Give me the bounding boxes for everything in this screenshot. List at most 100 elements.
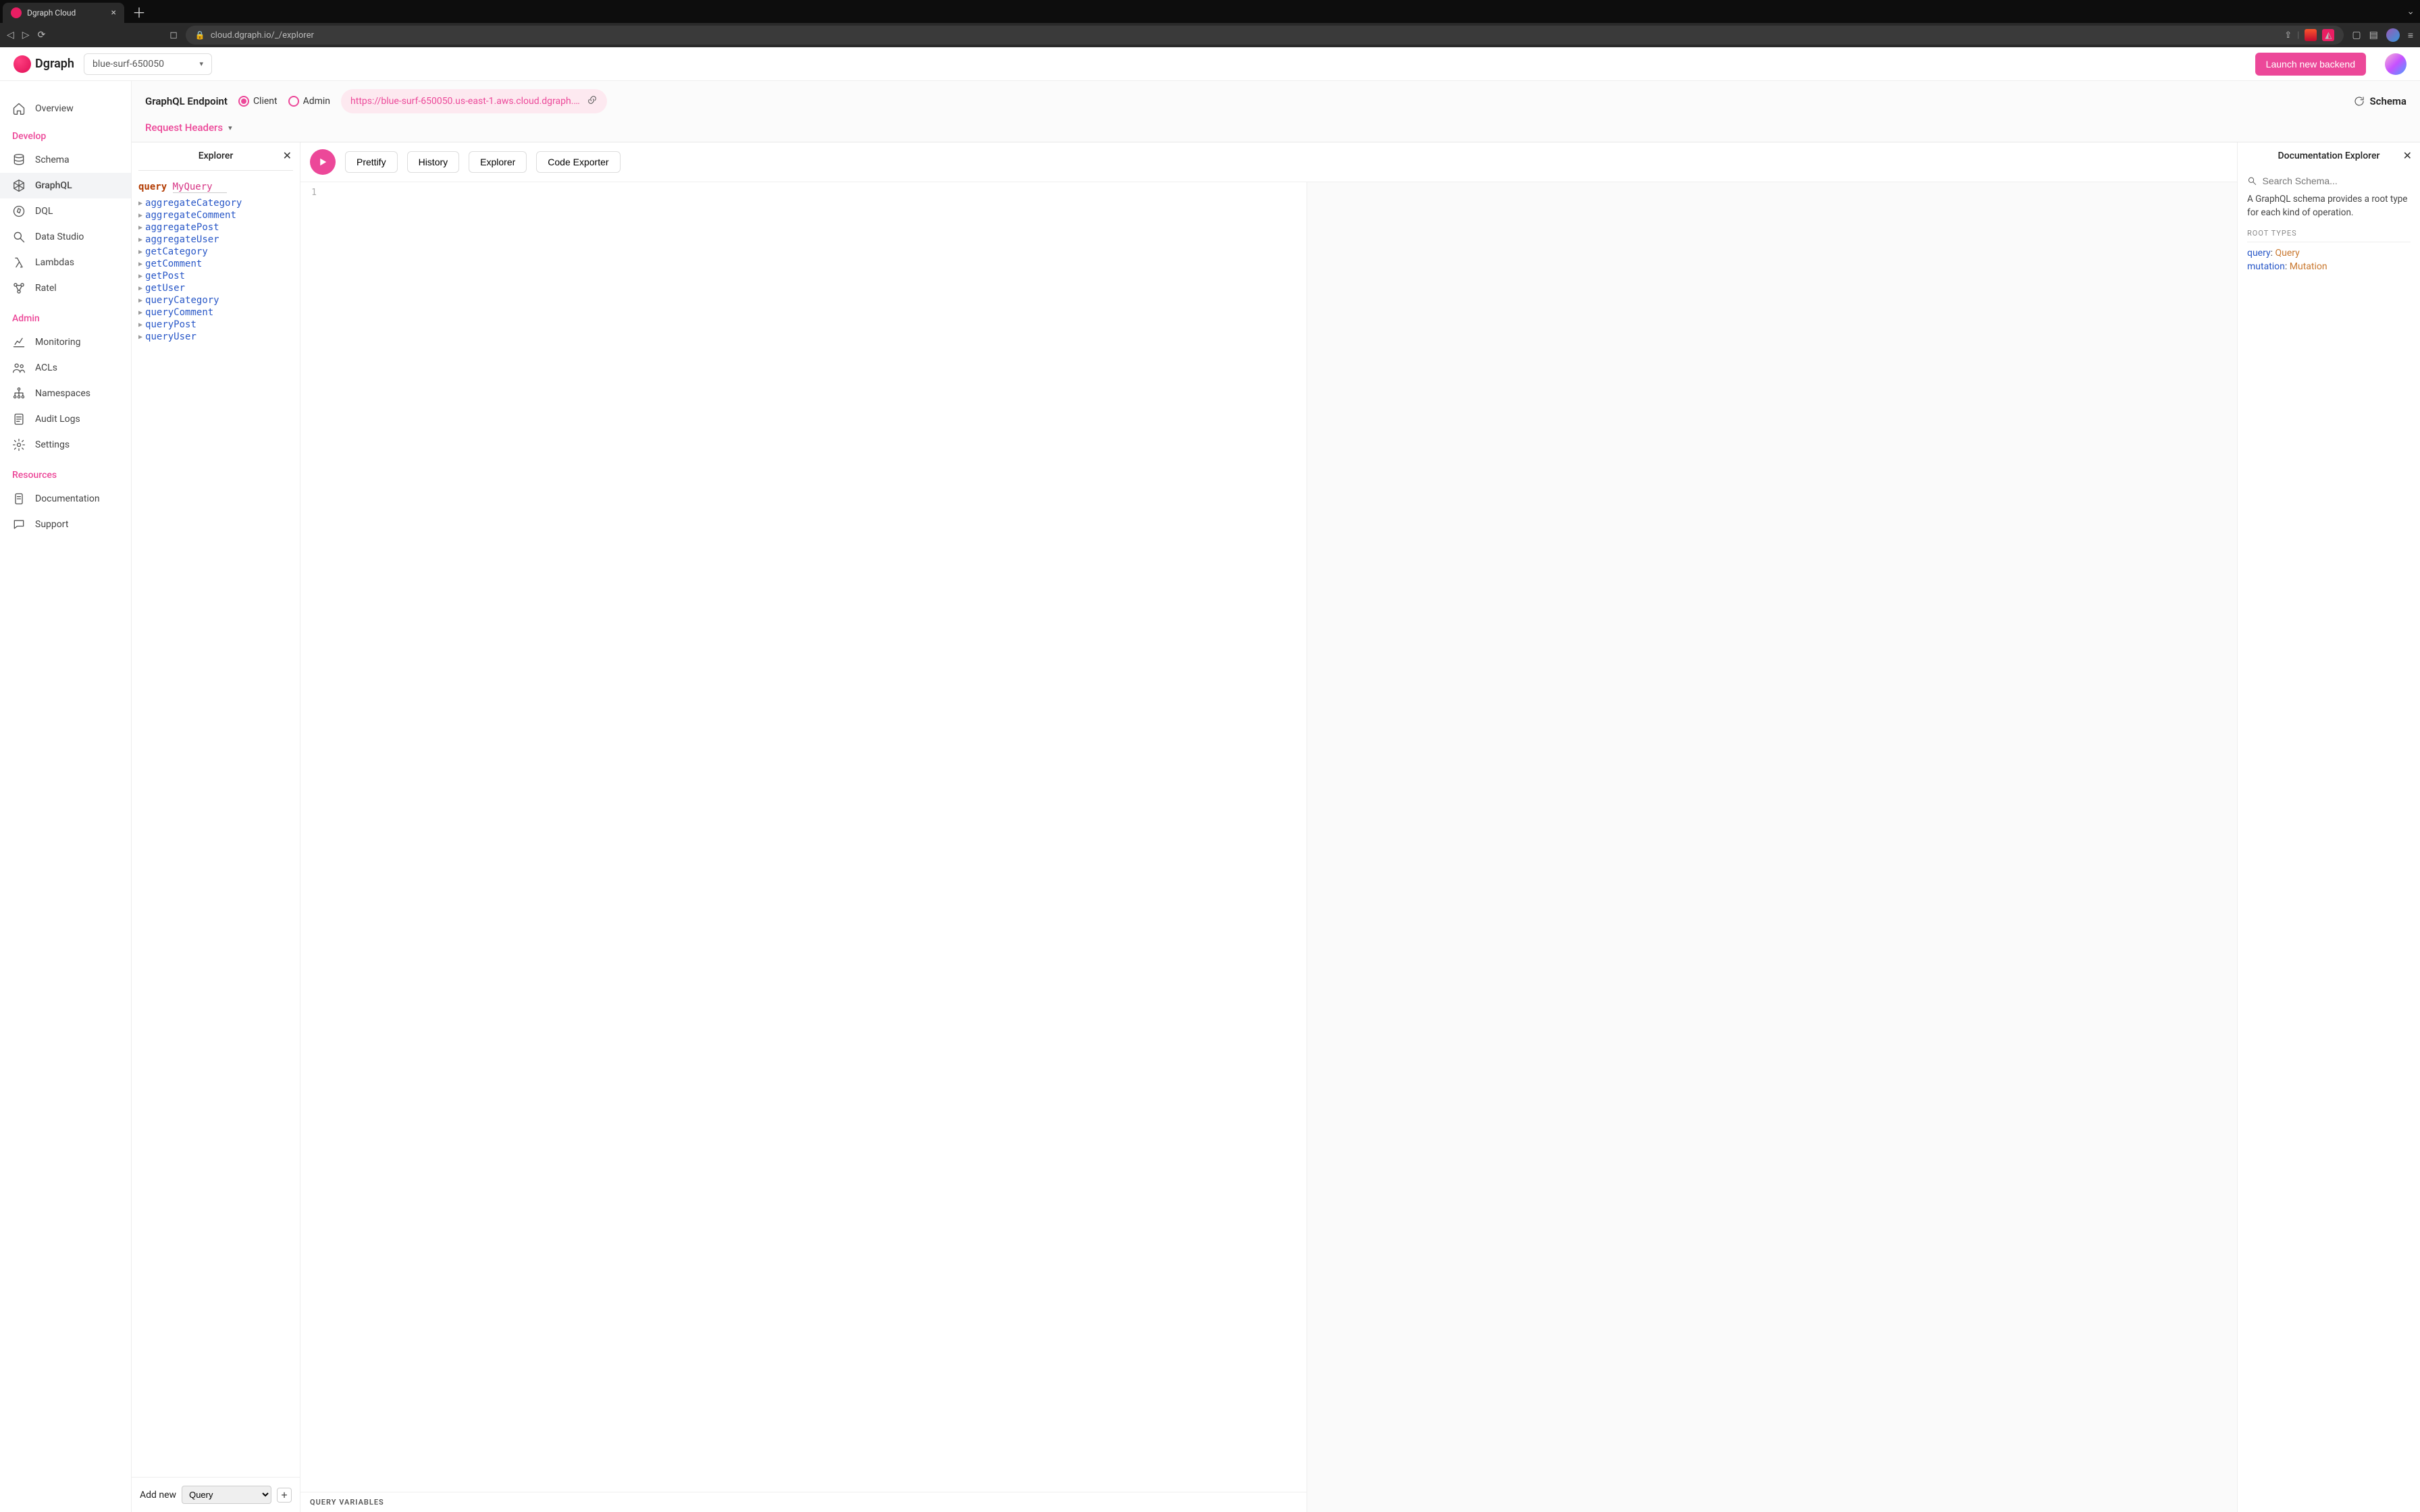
- result-viewer: [1307, 182, 2237, 1512]
- add-new-select[interactable]: Query: [182, 1486, 271, 1504]
- refresh-icon: [2353, 95, 2365, 107]
- tab-strip: Dgraph Cloud × ＋ ⌄: [0, 0, 2420, 23]
- endpoint-admin-radio[interactable]: Admin: [288, 96, 330, 107]
- nav-schema[interactable]: Schema: [0, 147, 131, 173]
- explorer-footer: Add new Query +: [132, 1477, 300, 1512]
- triangle-right-icon: ▶: [138, 224, 142, 232]
- endpoint-pill[interactable]: https://blue-surf-650050.us-east-1.aws.c…: [341, 89, 607, 113]
- url-bar[interactable]: 🔒 cloud.dgraph.io/_/explorer ⇪ | ◭: [186, 26, 2344, 45]
- brand-logo[interactable]: Dgraph: [14, 55, 74, 73]
- explorer-button[interactable]: Explorer: [469, 151, 527, 173]
- new-tab-button[interactable]: ＋: [124, 2, 154, 22]
- menu-icon[interactable]: ≡: [2408, 30, 2413, 41]
- editor-toolbar: Prettify History Explorer Code Exporter: [300, 142, 2237, 182]
- run-query-button[interactable]: [310, 149, 336, 175]
- bookmark-icon[interactable]: ◻: [169, 30, 178, 40]
- triangle-right-icon: ▶: [138, 309, 142, 317]
- nav-back-icon[interactable]: ◁: [7, 30, 14, 40]
- nav-audit-logs-label: Audit Logs: [35, 414, 80, 425]
- docs-description: A GraphQL schema provides a root type fo…: [2247, 193, 2411, 219]
- nav-dql[interactable]: DQL: [0, 198, 131, 224]
- link-icon[interactable]: [587, 94, 598, 108]
- home-icon: [12, 102, 26, 115]
- explorer-field[interactable]: ▶ queryPost: [138, 319, 293, 331]
- explorer-field[interactable]: ▶ getComment: [138, 258, 293, 270]
- share-icon[interactable]: ⇪: [2284, 30, 2292, 40]
- brand-mark-icon: [14, 55, 31, 73]
- launch-backend-button[interactable]: Launch new backend: [2255, 53, 2366, 76]
- explorer-field[interactable]: ▶ getUser: [138, 282, 293, 294]
- log-icon: [12, 412, 26, 426]
- nav-acls-label: ACLs: [35, 362, 57, 373]
- compass-icon: [12, 205, 26, 218]
- prettify-button[interactable]: Prettify: [345, 151, 398, 173]
- browser-tab[interactable]: Dgraph Cloud ×: [3, 3, 124, 23]
- explorer-field[interactable]: ▶ getCategory: [138, 246, 293, 258]
- reader-icon[interactable]: ▤: [2369, 30, 2378, 40]
- endpoint-admin-label: Admin: [303, 96, 330, 107]
- endpoint-client-label: Client: [253, 96, 278, 107]
- endpoint-label: GraphQL Endpoint: [145, 95, 228, 107]
- profile-avatar-icon[interactable]: [2386, 28, 2400, 42]
- nav-monitoring-label: Monitoring: [35, 337, 81, 348]
- close-icon[interactable]: ✕: [283, 149, 292, 162]
- triangle-right-icon: ▶: [138, 321, 142, 329]
- explorer-field[interactable]: ▶ queryUser: [138, 331, 293, 343]
- add-new-button[interactable]: +: [277, 1488, 292, 1503]
- explorer-pane: Explorer ✕ query ▶ aggregateCategory▶ ag…: [132, 142, 300, 1512]
- add-new-label: Add new: [140, 1490, 176, 1501]
- root-type-row[interactable]: mutation: Mutation: [2247, 261, 2411, 272]
- browser-toolbar: ◁ ▷ ⟳ ◻ 🔒 cloud.dgraph.io/_/explorer ⇪ |…: [0, 23, 2420, 47]
- endpoint-client-radio[interactable]: Client: [238, 96, 278, 107]
- docs-search[interactable]: [2247, 173, 2411, 193]
- nav-support[interactable]: Support: [0, 512, 131, 537]
- nav-settings[interactable]: Settings: [0, 432, 131, 458]
- nav-audit-logs[interactable]: Audit Logs: [0, 406, 131, 432]
- nav-overview[interactable]: Overview: [0, 96, 131, 122]
- nav-namespaces[interactable]: Namespaces: [0, 381, 131, 406]
- schema-refresh[interactable]: Schema: [2353, 95, 2406, 107]
- history-button[interactable]: History: [407, 151, 460, 173]
- tab-favicon: [11, 7, 22, 18]
- side-nav: Overview Develop Schema GraphQL DQL Dat: [0, 81, 132, 1512]
- tab-title: Dgraph Cloud: [27, 8, 76, 18]
- nav-graphql-label: GraphQL: [35, 180, 72, 191]
- nav-lambdas[interactable]: Lambdas: [0, 250, 131, 275]
- search-icon: [12, 230, 26, 244]
- explorer-field[interactable]: ▶ aggregateComment: [138, 209, 293, 221]
- code-body[interactable]: [322, 182, 1307, 1492]
- code-exporter-button[interactable]: Code Exporter: [536, 151, 620, 173]
- nav-ratel[interactable]: Ratel: [0, 275, 131, 301]
- explorer-field[interactable]: ▶ getPost: [138, 270, 293, 282]
- lambda-icon: [12, 256, 26, 269]
- docs-search-input[interactable]: [2263, 176, 2411, 186]
- tabstrip-chevron-icon[interactable]: ⌄: [2406, 6, 2420, 17]
- explorer-field[interactable]: ▶ aggregateCategory: [138, 197, 293, 209]
- backend-selector[interactable]: blue-surf-650050 ▾: [84, 53, 212, 75]
- brave-shields-icon[interactable]: [2305, 29, 2317, 41]
- panel-icon[interactable]: ▢: [2352, 30, 2361, 40]
- nav-data-studio[interactable]: Data Studio: [0, 224, 131, 250]
- nav-documentation[interactable]: Documentation: [0, 486, 131, 512]
- explorer-field[interactable]: ▶ aggregatePost: [138, 221, 293, 234]
- user-avatar[interactable]: [2385, 53, 2406, 75]
- explorer-field[interactable]: ▶ queryComment: [138, 306, 293, 319]
- nav-forward-icon[interactable]: ▷: [22, 30, 30, 40]
- tab-close-icon[interactable]: ×: [111, 7, 116, 18]
- triangle-right-icon: ▶: [138, 297, 142, 304]
- query-variables-bar[interactable]: QUERY VARIABLES: [300, 1492, 1307, 1512]
- close-icon[interactable]: ✕: [2403, 149, 2412, 162]
- extension-icon[interactable]: ◭: [2322, 29, 2334, 41]
- explorer-field[interactable]: ▶ queryCategory: [138, 294, 293, 306]
- explorer-field[interactable]: ▶ aggregateUser: [138, 234, 293, 246]
- query-name-input[interactable]: [173, 182, 227, 193]
- request-headers-label: Request Headers: [145, 122, 223, 134]
- request-headers-toggle[interactable]: Request Headers ▾: [145, 113, 2406, 142]
- content-column: GraphQL Endpoint Client Admin https://bl…: [132, 81, 2420, 1512]
- nav-reload-icon[interactable]: ⟳: [38, 30, 46, 40]
- nav-acls[interactable]: ACLs: [0, 355, 131, 381]
- nav-monitoring[interactable]: Monitoring: [0, 329, 131, 355]
- root-type-row[interactable]: query: Query: [2247, 248, 2411, 259]
- query-editor[interactable]: 1 QUERY VARIABLES: [300, 182, 1307, 1512]
- nav-graphql[interactable]: GraphQL: [0, 173, 131, 198]
